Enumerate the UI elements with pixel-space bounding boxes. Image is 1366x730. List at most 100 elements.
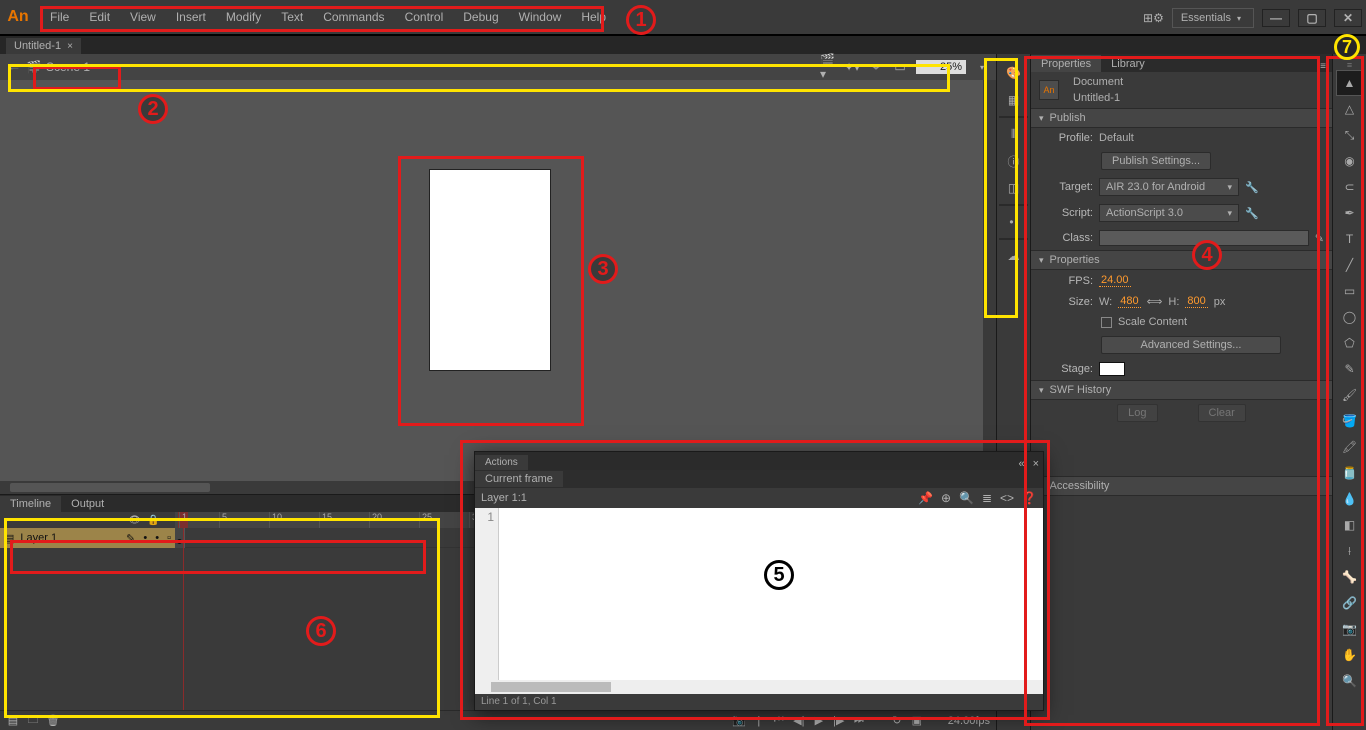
pen-tool-icon[interactable]: ✒	[1336, 200, 1364, 226]
stage-vertical-scrollbar[interactable]	[983, 80, 996, 468]
section-swf-history[interactable]: SWF History	[1031, 380, 1332, 400]
clear-button[interactable]: Clear	[1198, 404, 1246, 422]
actions-panel[interactable]: Actions « × Current frame Layer 1:1 📌 ⊕ …	[474, 451, 1044, 711]
bind-tool-icon[interactable]: 🔗	[1336, 590, 1364, 616]
menu-commands[interactable]: Commands	[313, 4, 394, 30]
log-button[interactable]: Log	[1117, 404, 1157, 422]
menu-insert[interactable]: Insert	[166, 4, 216, 30]
script-dropdown[interactable]: ActionScript 3.0▾	[1099, 204, 1239, 222]
goto-first-icon[interactable]: ⏮	[772, 714, 786, 727]
workspace-switcher[interactable]: Essentials▾	[1172, 8, 1254, 28]
stage-color-swatch[interactable]	[1099, 362, 1125, 376]
eraser-tool-icon[interactable]: ◧	[1336, 512, 1364, 538]
visibility-icon[interactable]: 👁	[128, 515, 141, 526]
transform-panel-icon[interactable]: ◫	[998, 175, 1030, 201]
tab-output[interactable]: Output	[61, 496, 114, 512]
menu-view[interactable]: View	[120, 4, 166, 30]
lock-icon[interactable]: 🔒	[147, 515, 159, 526]
target-dropdown[interactable]: AIR 23.0 for Android▾	[1099, 178, 1239, 196]
code-editor[interactable]: 1	[475, 508, 1043, 680]
zoom-tool-icon[interactable]: 🔍	[1336, 668, 1364, 694]
brush-panel-icon[interactable]: •ˈ	[998, 209, 1030, 235]
zoom-dropdown-icon[interactable]: ▾	[974, 63, 990, 72]
selection-tool-icon[interactable]: ▲	[1336, 70, 1364, 96]
clip-icon[interactable]: ▭	[892, 60, 908, 74]
rectangle-tool-icon[interactable]: ▭	[1336, 278, 1364, 304]
actions-tab[interactable]: Actions	[475, 455, 528, 470]
class-edit-icon[interactable]: ✎	[1315, 232, 1324, 245]
publish-settings-button[interactable]: Publish Settings...	[1101, 152, 1211, 170]
layer-row[interactable]: ▤ Layer 1 ✎••▫	[0, 528, 175, 548]
hand-tool-icon[interactable]: ✋	[1336, 642, 1364, 668]
back-icon[interactable]: ⇐	[6, 60, 22, 74]
align-panel-icon[interactable]: ⫴	[998, 121, 1030, 147]
tab-timeline[interactable]: Timeline	[0, 496, 61, 512]
zoom-field[interactable]: 25%	[916, 60, 966, 74]
camera-tool-icon[interactable]: 📷	[1336, 616, 1364, 642]
delete-layer-icon[interactable]: 🗑	[46, 714, 60, 727]
paint-bucket-tool-icon[interactable]: 🪣	[1336, 408, 1364, 434]
code-snippets-icon[interactable]: <>	[1000, 491, 1014, 505]
info-panel-icon[interactable]: ⓘ	[998, 148, 1030, 174]
bone-tool-icon[interactable]: 🦴	[1336, 564, 1364, 590]
line-tool-icon[interactable]: ╱	[1336, 252, 1364, 278]
editor-scrollbar[interactable]	[475, 680, 1043, 694]
menu-control[interactable]: Control	[395, 4, 454, 30]
play-icon[interactable]: ▶	[812, 714, 826, 727]
help-icon[interactable]: ❓	[1022, 491, 1037, 505]
section-publish[interactable]: Publish	[1031, 108, 1332, 128]
canvas[interactable]	[430, 170, 550, 370]
script-settings-icon[interactable]: 🔧	[1245, 207, 1259, 220]
camera-icon[interactable]: 📷	[732, 714, 746, 727]
paintbrush-tool-icon[interactable]: 🖍	[1336, 434, 1364, 460]
new-folder-icon[interactable]: 🗀	[26, 711, 40, 730]
subselection-tool-icon[interactable]: △	[1336, 96, 1364, 122]
loop-icon[interactable]: ↻	[890, 714, 904, 727]
section-properties[interactable]: Properties	[1031, 250, 1332, 270]
fps-value[interactable]: 24.00	[1099, 274, 1131, 287]
text-tool-icon[interactable]: T	[1336, 226, 1364, 252]
height-value[interactable]: 800	[1185, 295, 1207, 308]
3d-rotation-tool-icon[interactable]: ◉	[1336, 148, 1364, 174]
menu-modify[interactable]: Modify	[216, 4, 271, 30]
brush-tool-icon[interactable]: 🖌	[1336, 382, 1364, 408]
advanced-settings-button[interactable]: Advanced Settings...	[1101, 336, 1281, 354]
panel-menu-icon[interactable]: ≡	[1314, 61, 1332, 72]
stage[interactable]	[0, 80, 996, 481]
layer-pencil-icon[interactable]: ✎	[126, 532, 135, 545]
maximize-button[interactable]: ▢	[1298, 9, 1326, 27]
target-settings-icon[interactable]: 🔧	[1245, 181, 1259, 194]
outline-icon[interactable]: ▫	[165, 515, 169, 526]
swatches-panel-icon[interactable]: ▦	[998, 87, 1030, 113]
layer-name[interactable]: Layer 1	[20, 532, 57, 544]
document-tab[interactable]: Untitled-1×	[6, 38, 81, 54]
step-back-icon[interactable]: ◀|	[792, 714, 806, 727]
target-icon[interactable]: ⊕	[941, 491, 951, 505]
cloud-panel-icon[interactable]: ☁	[998, 243, 1030, 269]
step-fwd-icon[interactable]: |▶	[832, 714, 846, 727]
eyedropper-tool-icon[interactable]: 💧	[1336, 486, 1364, 512]
lasso-tool-icon[interactable]: ⊂	[1336, 174, 1364, 200]
pin-icon[interactable]: 📌	[918, 491, 933, 505]
color-panel-icon[interactable]: 🎨	[998, 60, 1030, 86]
close-button[interactable]: ✕	[1334, 9, 1362, 27]
menu-debug[interactable]: Debug	[453, 4, 508, 30]
collapse-icon[interactable]: «	[1014, 458, 1028, 470]
center-stage-icon[interactable]: ⌖	[868, 60, 884, 75]
section-accessibility[interactable]: Accessibility	[1031, 476, 1332, 496]
find-icon[interactable]: 🔍	[959, 491, 974, 505]
link-size-icon[interactable]: ⟺	[1147, 295, 1163, 308]
oval-tool-icon[interactable]: ◯	[1336, 304, 1364, 330]
class-input[interactable]	[1099, 230, 1309, 246]
menu-text[interactable]: Text	[271, 4, 313, 30]
goto-last-icon[interactable]: ⏭	[852, 714, 866, 727]
polystar-tool-icon[interactable]: ⬠	[1336, 330, 1364, 356]
format-icon[interactable]: ≣	[982, 491, 992, 505]
pencil-tool-icon[interactable]: ✎	[1336, 356, 1364, 382]
close-icon[interactable]: ×	[67, 41, 73, 52]
width-value[interactable]: 480	[1118, 295, 1140, 308]
onion-icon[interactable]: ▣	[910, 714, 924, 727]
tab-properties[interactable]: Properties	[1031, 55, 1101, 72]
menu-window[interactable]: Window	[509, 4, 572, 30]
ink-bottle-tool-icon[interactable]: 🫙	[1336, 460, 1364, 486]
